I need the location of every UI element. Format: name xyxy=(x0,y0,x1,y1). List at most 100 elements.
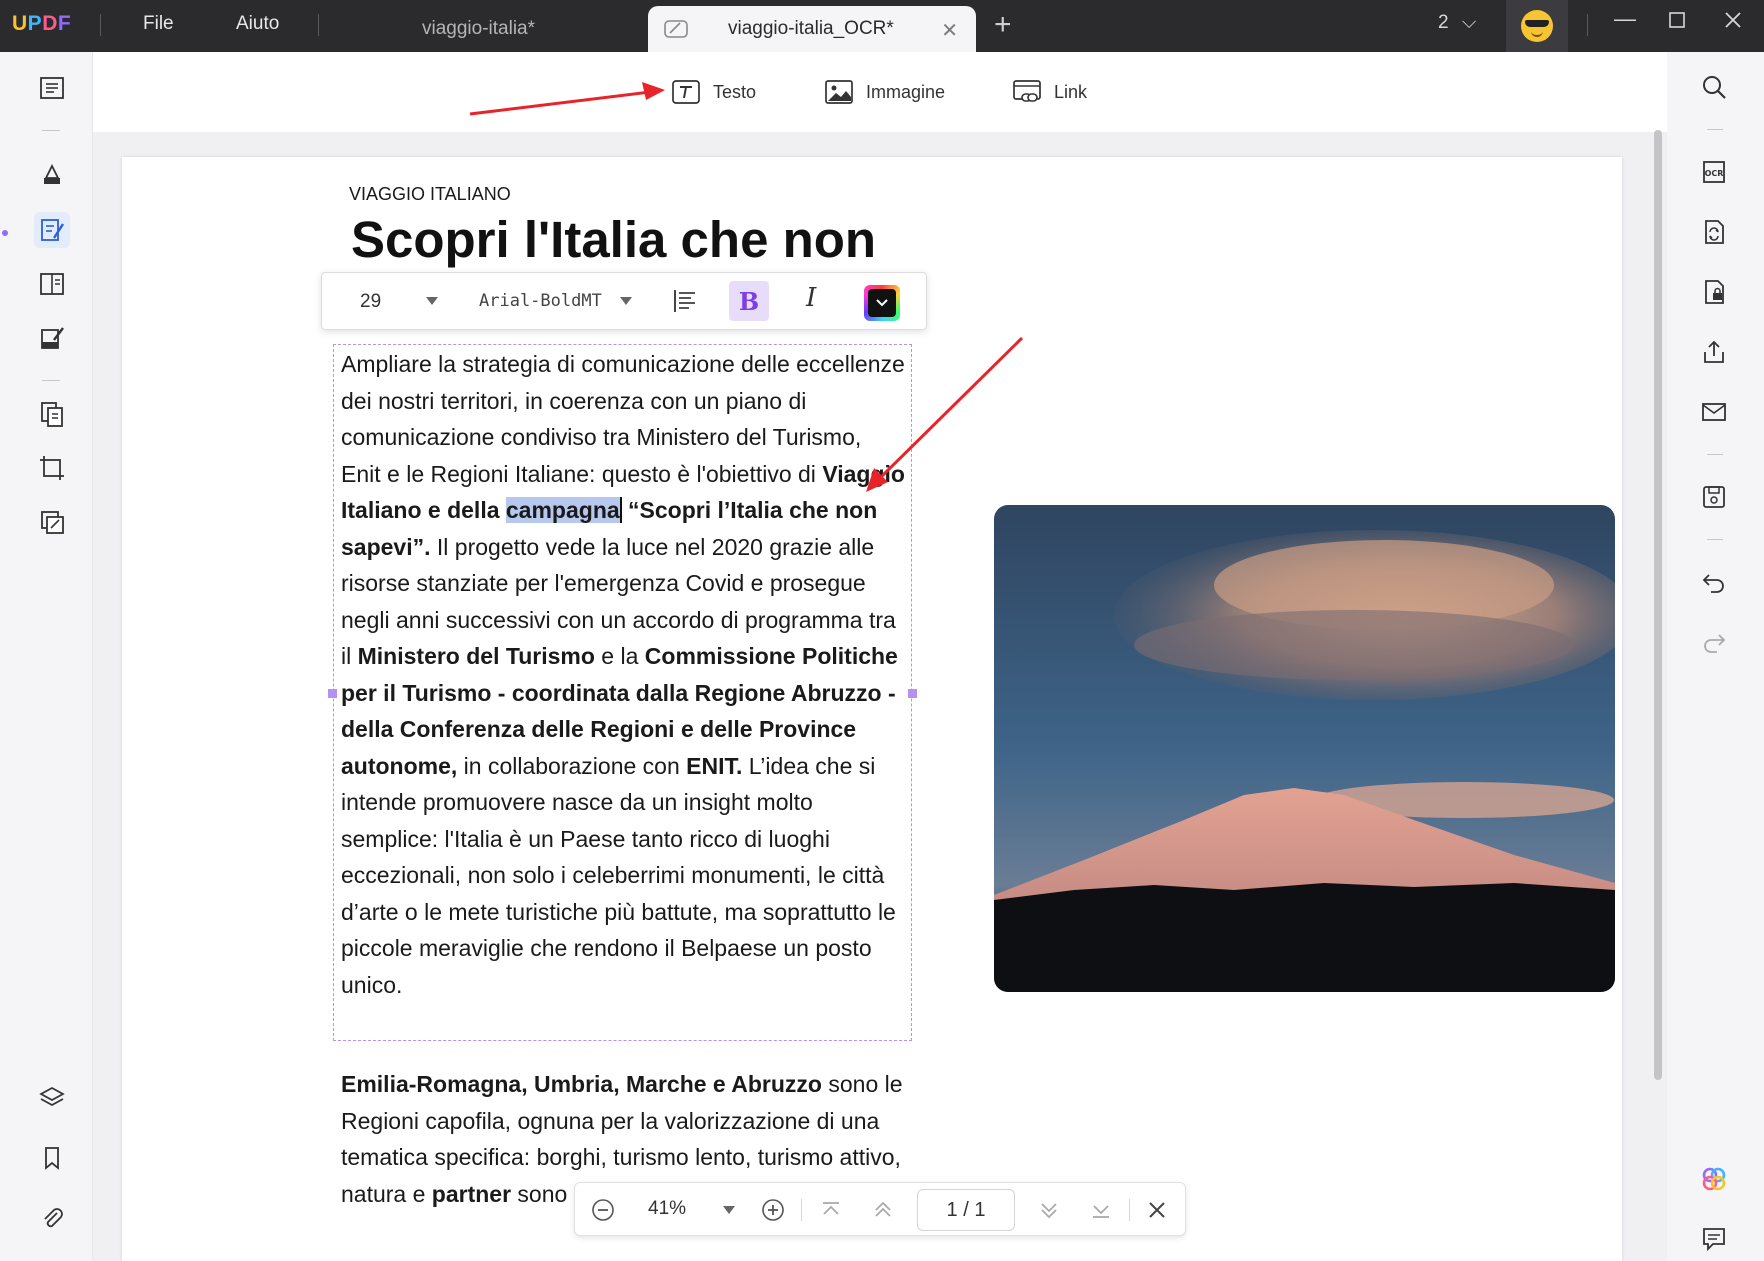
text-run: e la xyxy=(594,643,645,669)
last-page-icon[interactable] xyxy=(1087,1196,1115,1224)
undo-icon[interactable] xyxy=(1697,565,1731,599)
title-divider xyxy=(1587,14,1588,36)
sidebar-divider xyxy=(42,130,60,131)
add-link-button[interactable]: Link xyxy=(1012,74,1087,110)
text-run: in collaborazione con xyxy=(457,752,687,779)
text-tool-icon xyxy=(672,80,700,104)
edit-mode-icon xyxy=(664,20,688,38)
text-format-toolbar: 29 Arial-BoldMT B I xyxy=(321,272,927,330)
title-divider xyxy=(318,14,319,36)
close-tab-icon[interactable]: ✕ xyxy=(941,18,958,43)
link-tool-icon xyxy=(1013,80,1041,102)
page-tools-icon[interactable] xyxy=(34,396,70,432)
zoom-dropdown-icon[interactable] xyxy=(723,1206,735,1214)
mountain-photo[interactable] xyxy=(994,505,1615,992)
image-tool-label: Immagine xyxy=(866,81,946,102)
vertical-scrollbar[interactable] xyxy=(1654,130,1662,1080)
text-run: Ampliare la strategia di comunicazione d… xyxy=(341,351,905,487)
font-family-select[interactable]: Arial-BoldMT xyxy=(479,291,602,311)
organize-pages-icon[interactable] xyxy=(34,266,70,302)
previous-page-icon[interactable] xyxy=(869,1196,897,1224)
first-page-icon[interactable] xyxy=(817,1196,845,1224)
watermark-icon[interactable] xyxy=(34,504,70,540)
align-left-icon[interactable] xyxy=(672,287,698,320)
text-run: partner xyxy=(431,1180,512,1207)
title-bar: UPDF File Aiuto viaggio-italia* viaggio-… xyxy=(0,0,1764,52)
sidebar-divider xyxy=(1707,539,1723,540)
add-text-button[interactable]: Testo xyxy=(671,74,756,110)
right-toolbar: OCR xyxy=(1667,52,1764,1261)
sidebar-divider xyxy=(1707,129,1723,130)
page-count-dropdown[interactable]: 2 ⌵ xyxy=(1438,12,1476,34)
crop-icon[interactable] xyxy=(34,450,70,486)
edit-toolbar: Testo Immagine Link xyxy=(93,52,1668,132)
redo-icon[interactable] xyxy=(1697,625,1731,659)
bold-button[interactable]: B xyxy=(729,281,769,321)
user-avatar[interactable] xyxy=(1506,0,1568,52)
search-icon[interactable] xyxy=(1697,70,1731,104)
resize-handle-right[interactable] xyxy=(908,689,917,698)
italic-button[interactable]: I xyxy=(806,283,816,313)
selected-text: campagna xyxy=(505,497,620,523)
left-toolbar xyxy=(10,52,92,1261)
image-tool-icon xyxy=(825,80,853,104)
save-icon[interactable] xyxy=(1697,480,1731,514)
text-tool-label: Testo xyxy=(713,81,757,102)
chevron-down-icon: ⌵ xyxy=(1461,12,1477,33)
text-run: ENIT. xyxy=(686,752,743,779)
caret-down-icon[interactable] xyxy=(620,297,632,305)
document-headline[interactable]: Scopri l'Italia che non xyxy=(351,210,876,269)
zoom-level[interactable]: 41% xyxy=(648,1198,686,1220)
tab-viaggio-italia-ocr[interactable]: viaggio-italia_OCR* ✕ xyxy=(648,6,976,52)
caret-down-icon[interactable] xyxy=(426,297,438,305)
document-kicker[interactable]: VIAGGIO ITALIANO xyxy=(349,184,511,205)
protect-pdf-icon[interactable] xyxy=(1697,275,1731,309)
edit-pdf-icon[interactable] xyxy=(34,212,70,248)
next-page-icon[interactable] xyxy=(1035,1196,1063,1224)
maximize-icon[interactable] xyxy=(1668,9,1686,35)
text-run: Ministero del Turismo xyxy=(357,643,595,669)
share-icon[interactable] xyxy=(1697,335,1731,369)
chevron-down-icon xyxy=(876,299,888,307)
zoom-divider xyxy=(801,1199,802,1221)
layers-icon[interactable] xyxy=(34,1080,70,1116)
comments-panel-icon[interactable] xyxy=(1697,1222,1731,1256)
svg-text:OCR: OCR xyxy=(1705,169,1724,178)
form-edit-icon[interactable] xyxy=(34,320,70,356)
sidebar-divider xyxy=(42,380,60,381)
zoom-in-icon[interactable] xyxy=(759,1196,787,1224)
attachment-icon[interactable] xyxy=(34,1200,70,1236)
tab-viaggio-italia[interactable]: viaggio-italia* xyxy=(360,6,650,52)
editable-paragraph[interactable]: Ampliare la strategia di comunicazione d… xyxy=(341,346,906,1003)
sidebar-active-indicator xyxy=(2,230,8,236)
tab-label: viaggio-italia* xyxy=(422,18,536,39)
reader-mode-icon[interactable] xyxy=(34,70,70,106)
convert-pdf-icon[interactable] xyxy=(1697,215,1731,249)
ai-assistant-icon[interactable] xyxy=(1697,1162,1731,1196)
tab-label: viaggio-italia_OCR* xyxy=(728,18,894,39)
add-image-button[interactable]: Immagine xyxy=(824,74,945,110)
comment-highlighter-icon[interactable] xyxy=(34,156,70,192)
minimize-icon[interactable]: — xyxy=(1614,6,1636,32)
close-zoom-bar-icon[interactable] xyxy=(1143,1196,1171,1224)
text-color-picker[interactable] xyxy=(864,285,900,321)
text-run: Emilia-Romagna, Umbria, Marche e Abruzzo xyxy=(341,1071,822,1097)
page-count-value: 2 xyxy=(1438,12,1449,33)
email-icon[interactable] xyxy=(1697,395,1731,429)
font-size-select[interactable]: 29 xyxy=(360,291,381,313)
menu-file[interactable]: File xyxy=(143,13,174,35)
app-logo[interactable]: UPDF xyxy=(12,12,71,36)
close-window-icon[interactable] xyxy=(1724,9,1742,35)
page-number-input[interactable]: 1 / 1 xyxy=(917,1189,1015,1231)
color-swatch xyxy=(868,289,896,317)
ocr-icon[interactable]: OCR xyxy=(1697,155,1731,189)
text-run: L’idea che si intende promuovere nasce d… xyxy=(341,752,896,998)
add-tab-icon[interactable]: + xyxy=(994,8,1012,42)
menu-help[interactable]: Aiuto xyxy=(236,13,279,35)
resize-handle-left[interactable] xyxy=(328,689,337,698)
volcano-sunset-image xyxy=(994,505,1615,992)
title-divider xyxy=(100,14,101,36)
bookmark-icon[interactable] xyxy=(34,1140,70,1176)
sidebar-divider xyxy=(1707,454,1723,455)
zoom-out-icon[interactable] xyxy=(589,1196,617,1224)
